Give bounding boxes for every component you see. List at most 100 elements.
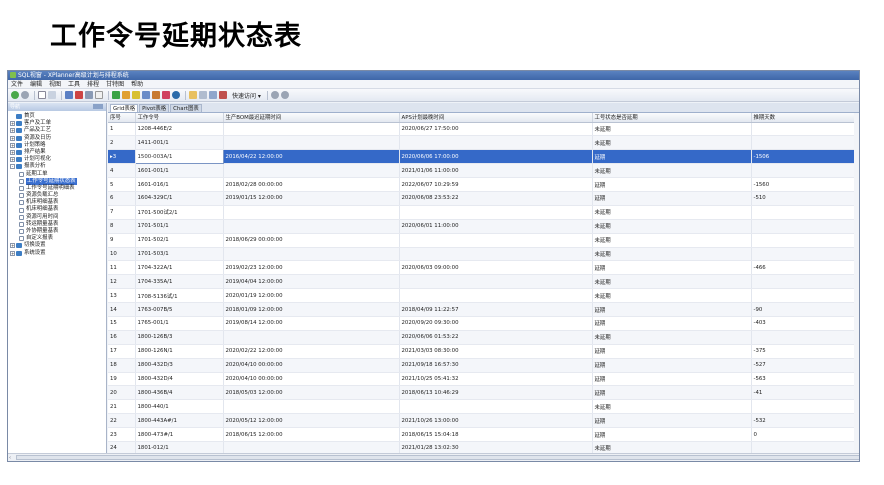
table-cell[interactable]: 未延期 (592, 288, 752, 304)
table-cell[interactable]: 未延期 (592, 163, 752, 179)
nav-tree-item[interactable]: + 产品及工艺 (8, 127, 106, 134)
expand-toggle-icon[interactable]: + (10, 121, 15, 127)
table-cell[interactable]: 未延期 (592, 205, 752, 220)
table-cell[interactable] (223, 330, 400, 345)
table-cell[interactable] (399, 135, 593, 151)
delete-icon[interactable] (75, 91, 83, 99)
table-cell[interactable] (223, 399, 400, 415)
column-header[interactable]: APS计划最晚时间 (399, 113, 593, 123)
table-cell[interactable]: 13 (108, 288, 136, 304)
table-cell[interactable]: 11 (108, 260, 136, 276)
table-cell[interactable]: 22 (108, 413, 136, 429)
table-cell[interactable] (399, 247, 593, 262)
nav-tree-item[interactable]: + 系统设置 (8, 250, 106, 257)
menu-item[interactable]: 视图 (49, 80, 61, 89)
save-icon[interactable] (65, 91, 73, 99)
nav-tree-item[interactable]: 自定义报表 (8, 235, 106, 242)
table-cell[interactable]: 2020/04/10 00:00:00 (223, 372, 400, 387)
table-cell[interactable] (751, 399, 859, 415)
nav-tree-item[interactable]: 外协期量基表 (8, 228, 106, 235)
table-cell[interactable]: 1601-016/1 (135, 177, 224, 192)
expand-toggle-icon[interactable]: - (10, 164, 15, 170)
nav-tree-item[interactable]: + 计划可视化 (8, 156, 106, 163)
table-cell[interactable]: 2020/06/01 11:00:00 (399, 219, 593, 234)
table-cell[interactable]: 2020/06/06 17:00:00 (399, 149, 593, 165)
menu-item[interactable]: 编辑 (30, 80, 42, 89)
column-header[interactable]: 工作令号 (135, 113, 224, 123)
table-cell[interactable]: 2018/02/28 00:00:00 (223, 177, 400, 192)
table-cell[interactable] (223, 219, 400, 234)
table-cell[interactable]: -1560 (751, 177, 859, 192)
table-cell[interactable]: 8 (108, 219, 136, 234)
table-cell[interactable] (751, 247, 859, 262)
menu-item[interactable]: 帮助 (131, 80, 143, 89)
scroll-left-icon[interactable]: ‹ (9, 455, 11, 461)
table-cell[interactable]: 1763-007B/5 (135, 302, 224, 317)
table-cell[interactable]: 未延期 (592, 274, 752, 290)
table-cell[interactable]: -532 (751, 413, 859, 429)
nav-tree-item[interactable]: 资源可用时间 (8, 214, 106, 221)
table-cell[interactable]: 16 (108, 330, 136, 345)
menu-item[interactable]: 工具 (68, 80, 80, 89)
menu-item[interactable]: 甘特图 (106, 80, 124, 89)
view-tab[interactable]: Chart图表 (170, 104, 202, 112)
table-cell[interactable]: 1800-126B/3 (135, 330, 224, 345)
table-cell[interactable]: 1765-001/1 (135, 316, 224, 331)
table-cell[interactable]: -563 (751, 372, 859, 387)
table-row[interactable]: 16 1800-126B/3 2020/06/06 01:53:22 未延期 (108, 330, 859, 345)
view-tab[interactable]: Grid表格 (110, 104, 139, 112)
table-cell[interactable]: 2020/06/06 01:53:22 (399, 330, 593, 345)
chart-icon[interactable] (209, 91, 217, 99)
table-cell[interactable]: 未延期 (592, 247, 752, 262)
globe-icon[interactable] (172, 91, 180, 99)
table-cell[interactable] (399, 233, 593, 248)
table-cell[interactable]: 2019/01/15 12:00:00 (223, 191, 400, 206)
table-cell[interactable]: 2020/09/20 09:30:00 (399, 316, 593, 331)
table-cell[interactable] (751, 163, 859, 179)
column-header[interactable]: 工号状态是否延期 (592, 113, 752, 123)
user-icon[interactable] (142, 91, 150, 99)
table-cell[interactable]: 2021/09/18 16:57:30 (399, 358, 593, 373)
table-row[interactable]: 9 1701-502/1 2018/06/29 00:00:00 未延期 (108, 233, 859, 248)
table-row[interactable]: 17 1800-126N/1 2020/02/22 12:00:00 2021/03/… (108, 344, 859, 359)
table-cell[interactable]: 延期 (592, 260, 752, 276)
table-cell[interactable]: 2018/06/15 12:00:00 (223, 427, 400, 442)
table-cell[interactable]: 14 (108, 302, 136, 317)
table-cell[interactable]: -466 (751, 260, 859, 276)
quick-access-menu[interactable]: 快速访问 ▾ (232, 91, 261, 100)
table-cell[interactable]: 延期 (592, 385, 752, 401)
nav-tree-item[interactable]: 工作令号延期状态表 (8, 177, 106, 185)
column-header[interactable]: 序号 (108, 113, 136, 123)
table-cell[interactable] (399, 205, 593, 220)
table-cell[interactable]: 1701-502/1 (135, 233, 224, 248)
table-cell[interactable] (223, 135, 400, 151)
table-cell[interactable]: 1701-501/1 (135, 219, 224, 234)
table-cell[interactable]: 2018/05/03 12:00:00 (223, 385, 400, 401)
table-cell[interactable]: 2021/10/26 13:00:00 (399, 413, 593, 429)
table-cell[interactable]: 2018/01/09 12:00:00 (223, 302, 400, 317)
table-cell[interactable]: 1800-440/1 (135, 399, 224, 415)
table-cell[interactable] (223, 205, 400, 220)
column-header[interactable]: 生产BOM最迟延期时间 (223, 113, 400, 123)
folder-icon[interactable] (189, 91, 197, 99)
table-cell[interactable]: 延期 (592, 427, 752, 442)
table-cell[interactable] (751, 122, 859, 137)
table-cell[interactable]: -510 (751, 191, 859, 206)
table-cell[interactable]: 2022/06/07 10:29:59 (399, 177, 593, 192)
table-cell[interactable]: 2020/06/27 17:50:00 (399, 122, 593, 137)
table-cell[interactable]: 2018/06/29 00:00:00 (223, 233, 400, 248)
nav-tree-item[interactable]: 工作令号延期明细表 (8, 185, 106, 192)
table-row[interactable]: 18 1800-432D/3 2020/04/10 00:00:00 2021/09/… (108, 358, 859, 373)
table-cell[interactable]: 1800-473#/1 (135, 427, 224, 442)
nav-tree-item[interactable]: 延期工单 (8, 171, 106, 178)
table-cell[interactable]: 1601-001/1 (135, 163, 224, 179)
table-row[interactable]: 21 1800-440/1 未延期 (108, 399, 859, 415)
table-cell[interactable]: 2018/06/15 15:04:18 (399, 427, 593, 442)
table-row[interactable]: 8 1701-501/1 2020/06/01 11:00:00 未延期 (108, 219, 859, 234)
table-cell[interactable]: 15 (108, 316, 136, 331)
expand-toggle-icon[interactable]: + (10, 243, 15, 249)
table-cell[interactable]: 2018/06/13 10:46:29 (399, 385, 593, 401)
table-cell[interactable]: 1701-500试2/1 (135, 205, 224, 220)
scroll-thumb[interactable] (16, 455, 859, 460)
search-icon[interactable] (122, 91, 130, 99)
